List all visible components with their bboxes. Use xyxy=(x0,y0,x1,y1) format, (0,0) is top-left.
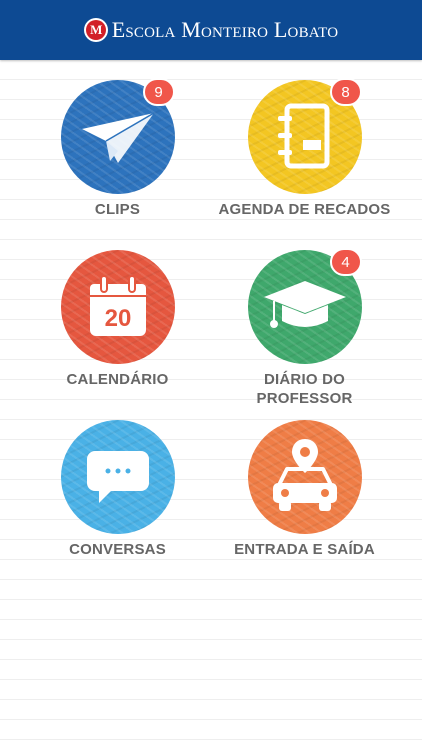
app-title: Escola Monteiro Lobato xyxy=(111,17,339,42)
paper-plane-icon xyxy=(81,112,154,163)
tile-diario-do-professor[interactable]: 4 DIÁRIO DO PROFESSOR xyxy=(199,248,410,408)
chat-bubble-icon xyxy=(86,451,149,503)
notebook-icon xyxy=(277,103,329,169)
tile-clips[interactable]: 9 CLIPS xyxy=(12,78,223,219)
calendar-icon: 20 xyxy=(89,275,146,336)
calendario-circle: 20 xyxy=(60,250,175,364)
calendario-label: CALENDÁRIO xyxy=(66,371,169,388)
clips-badge: 9 xyxy=(142,78,175,106)
entrada-label: ENTRADA E SAÍDA xyxy=(234,541,375,558)
app-header: M Escola Monteiro Lobato xyxy=(0,0,422,60)
agenda-badge: 8 xyxy=(329,78,362,106)
entrada-circle xyxy=(247,420,362,534)
school-logo: M xyxy=(83,18,108,42)
agenda-label: AGENDA DE RECADOS xyxy=(218,201,391,218)
diario-label: DIÁRIO DO PROFESSOR xyxy=(256,371,353,407)
clips-label: CLIPS xyxy=(94,201,141,218)
tile-agenda-de-recados[interactable]: 8 AGENDA DE RECADOS xyxy=(199,78,410,219)
graduation-cap-icon xyxy=(263,281,346,328)
car-location-icon xyxy=(272,439,337,511)
tile-calendario[interactable]: 20 CALENDÁRIO xyxy=(12,250,223,389)
diario-badge: 4 xyxy=(329,248,362,276)
conversas-circle xyxy=(60,420,175,534)
tile-conversas[interactable]: CONVERSAS xyxy=(12,420,223,559)
tile-entrada-e-saida[interactable]: ENTRADA E SAÍDA xyxy=(199,420,410,559)
calendar-day: 20 xyxy=(104,305,131,332)
conversas-label: CONVERSAS xyxy=(69,541,166,558)
